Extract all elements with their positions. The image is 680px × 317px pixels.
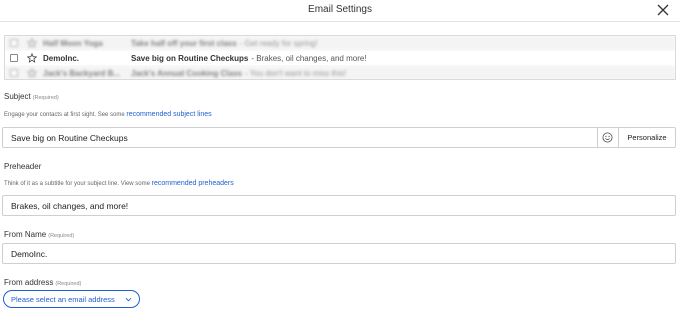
recommended-preheaders-link[interactable]: recommended preheaders xyxy=(152,180,234,187)
star-icon xyxy=(27,53,37,63)
checkbox xyxy=(10,69,18,77)
email-address-select-label: Please select an email address xyxy=(11,294,115,304)
recommended-subject-lines-link[interactable]: recommended subject lines xyxy=(126,111,211,118)
preview-subject: Save big on Routine Checkups xyxy=(131,53,249,63)
emoji-picker-button[interactable] xyxy=(597,128,617,147)
preview-subject: Take half off your first class xyxy=(131,38,237,48)
checkbox xyxy=(10,54,18,62)
preheader-helper: Think of it as a subtitle for your subje… xyxy=(4,180,234,187)
subject-label: Subject (Required) xyxy=(4,92,59,101)
preview-sender: Half Moon Yoga xyxy=(43,38,103,48)
subject-input[interactable]: Save big on Routine Checkups xyxy=(11,133,571,143)
preheader-helper-text: Think of it as a subtitle for your subje… xyxy=(4,181,150,187)
preheader-label-text: Preheader xyxy=(4,162,42,171)
personalize-button[interactable]: Personalize xyxy=(618,128,675,147)
chevron-down-icon xyxy=(125,297,132,302)
preview-snippet: - Brakes, oil changes, and more! xyxy=(251,53,367,63)
required-tag: (Required) xyxy=(55,281,82,287)
from-name-label-text: From Name xyxy=(4,230,47,239)
subject-helper: Engage your contacts at first sight. See… xyxy=(4,111,212,118)
smiley-icon xyxy=(602,132,613,143)
preheader-field[interactable]: Brakes, oil changes, and more! xyxy=(2,195,676,216)
preview-sender: Jack's Backyard B... xyxy=(43,68,121,78)
inbox-preview-row: Half Moon Yoga Take half off your first … xyxy=(5,36,675,50)
from-address-label-text: From address xyxy=(4,278,54,287)
subject-helper-text: Engage your contacts at first sight. See… xyxy=(4,112,125,118)
inbox-preview-row: Jack's Backyard B... Jack's Annual Cooki… xyxy=(5,66,675,79)
email-address-select[interactable]: Please select an email address xyxy=(3,290,140,308)
from-name-label: From Name (Required) xyxy=(4,230,74,239)
preheader-label: Preheader xyxy=(4,162,41,171)
inbox-preview: Half Moon Yoga Take half off your first … xyxy=(4,35,676,80)
preheader-input[interactable]: Brakes, oil changes, and more! xyxy=(11,201,571,211)
required-tag: (Required) xyxy=(48,233,75,239)
star-icon xyxy=(27,38,37,48)
preview-subject: Jack's Annual Cooking Class xyxy=(131,68,242,78)
preview-sender: DemoInc. xyxy=(43,53,80,63)
star-icon xyxy=(27,68,37,78)
inbox-preview-row: DemoInc. Save big on Routine Checkups - … xyxy=(5,51,675,65)
required-tag: (Required) xyxy=(32,95,59,101)
preview-snippet: - Get ready for spring! xyxy=(239,38,318,48)
from-address-label: From address (Required) xyxy=(4,278,81,287)
subject-field[interactable]: Save big on Routine Checkups Personalize xyxy=(2,127,676,148)
checkbox xyxy=(10,39,18,47)
dialog-header: Email Settings xyxy=(0,0,680,22)
close-icon[interactable] xyxy=(656,3,670,17)
preview-snippet: - You don't want to miss this! xyxy=(244,68,347,78)
dialog-title: Email Settings xyxy=(308,4,372,15)
from-name-input[interactable]: DemoInc. xyxy=(11,249,571,259)
subject-label-text: Subject xyxy=(4,92,31,101)
from-name-field[interactable]: DemoInc. xyxy=(2,243,676,264)
